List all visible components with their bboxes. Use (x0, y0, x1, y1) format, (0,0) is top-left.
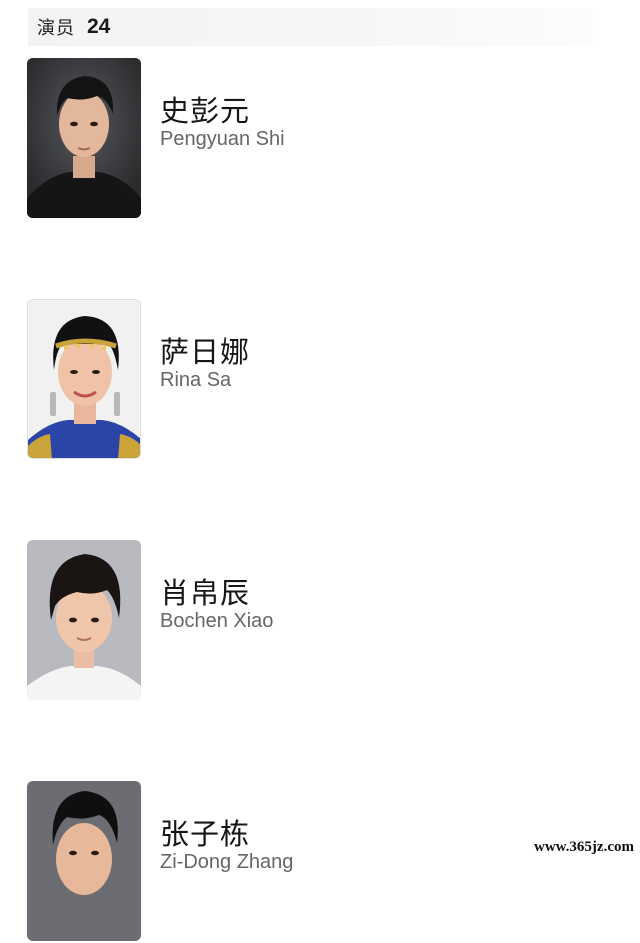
child-actor-portrait-icon (27, 540, 141, 700)
actor-name-chinese[interactable]: 萨日娜 (160, 329, 250, 371)
cast-list: 史彭元 Pengyuan Shi 萨日娜 Rina Sa 肖帛辰 Bochen … (0, 0, 640, 941)
actor-portrait-icon (27, 781, 141, 941)
actor-photo[interactable] (27, 781, 141, 941)
cast-item-rina-sa[interactable]: 萨日娜 Rina Sa (27, 299, 587, 461)
cast-item-pengyuan-shi[interactable]: 史彭元 Pengyuan Shi (27, 58, 587, 220)
actor-photo[interactable] (27, 299, 141, 459)
actress-portrait-icon (28, 300, 140, 458)
actor-name-chinese[interactable]: 肖帛辰 (160, 570, 250, 612)
actor-name-english[interactable]: Bochen Xiao (160, 610, 273, 633)
cast-item-bochen-xiao[interactable]: 肖帛辰 Bochen Xiao (27, 540, 587, 702)
cast-item-zi-dong-zhang[interactable]: 张子栋 Zi-Dong Zhang (27, 781, 587, 943)
actor-name-english[interactable]: Zi-Dong Zhang (160, 851, 293, 874)
actor-name-chinese[interactable]: 张子栋 (160, 811, 250, 853)
actor-photo[interactable] (27, 540, 141, 700)
actor-photo[interactable] (27, 58, 141, 218)
actor-portrait-icon (27, 58, 141, 218)
actor-name-english[interactable]: Pengyuan Shi (160, 128, 285, 151)
actor-name-chinese[interactable]: 史彭元 (160, 88, 250, 130)
actor-name-english[interactable]: Rina Sa (160, 369, 231, 392)
watermark-text: www.365jz.com (534, 839, 634, 855)
